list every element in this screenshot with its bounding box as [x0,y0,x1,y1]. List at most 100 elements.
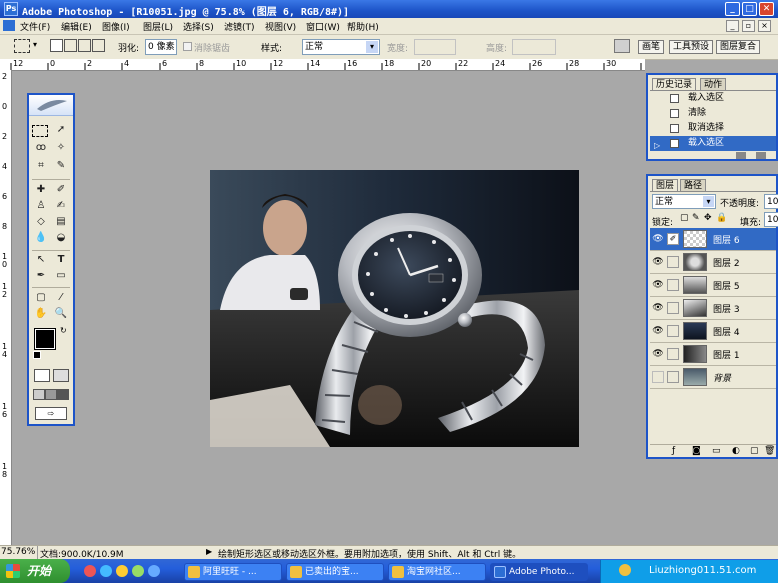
style-select[interactable]: 正常 ▾ [302,39,380,55]
healing-brush-tool-icon[interactable]: ✚ [32,183,50,197]
link-slot-icon[interactable] [667,302,679,314]
eye-icon[interactable]: 👁 [652,233,664,245]
lock-image-icon[interactable]: ✎ [692,213,700,223]
menu-window[interactable]: 窗口(W) [306,20,340,33]
layer-row[interactable]: 👁 图层 3 [650,297,776,320]
link-slot-icon[interactable] [667,256,679,268]
preset-dropdown-icon[interactable]: ▾ [33,40,37,49]
lasso-tool-icon[interactable]: ꝏ [32,141,50,155]
slice-tool-icon[interactable]: ✎ [52,159,70,173]
eraser-tool-icon[interactable]: ◇ [32,215,50,229]
eye-icon[interactable]: 👁 [652,256,664,268]
close-button[interactable]: ✕ [759,2,774,16]
layer-mask-icon[interactable]: ◙ [692,446,701,456]
jump-to-imageready-icon[interactable]: ⇨ [35,407,67,420]
antialias-checkbox[interactable] [183,42,192,51]
brush-tool-icon[interactable]: ✐ [52,183,70,197]
blur-tool-icon[interactable]: 💧 [32,231,50,245]
layer-row[interactable]: 👁 图层 2 [650,251,776,274]
dodge-tool-icon[interactable]: ◒ [52,231,70,245]
menu-layer[interactable]: 图层(L) [143,20,173,33]
height-input[interactable] [512,39,556,55]
palette-tab-brushes[interactable]: 画笔 [638,40,665,54]
new-group-icon[interactable]: ▭ [712,446,721,456]
brush-link-icon[interactable]: ✐ [667,233,679,245]
new-document-from-state-icon[interactable] [736,152,746,159]
screen-mode-standard-icon[interactable] [33,389,45,400]
minimize-button[interactable]: _ [725,2,740,16]
gradient-tool-icon[interactable]: ▤ [52,215,70,229]
history-item[interactable]: 清除 [650,106,776,121]
layer-row[interactable]: 👁 ✐ 图层 6 [650,228,776,251]
clone-stamp-tool-icon[interactable]: ♙ [32,199,50,213]
menu-filter[interactable]: 滤镜(T) [224,20,255,33]
fill-input[interactable]: 100 [764,212,778,227]
marquee-preset-icon[interactable] [14,39,30,53]
menu-edit[interactable]: 编辑(E) [61,20,92,33]
palette-tab-layer-comps[interactable]: 图层复合 [716,40,761,54]
new-selection-icon[interactable] [50,39,63,52]
screen-mode-full-icon[interactable] [57,389,69,400]
lock-all-icon[interactable]: 🔒 [716,213,727,223]
history-brush-tool-icon[interactable]: ✍ [52,199,70,213]
start-button[interactable]: 开始 [0,559,70,583]
taskbar-item[interactable]: 阿里旺旺 - ... [184,563,282,581]
add-selection-icon[interactable] [64,39,77,52]
quicklaunch-icon[interactable] [116,565,128,577]
document-canvas[interactable] [210,170,579,447]
eye-icon[interactable]: 👁 [652,279,664,291]
adjustment-layer-icon[interactable]: ◐ [732,446,740,456]
default-colors-icon[interactable] [33,351,41,359]
chevron-down-icon[interactable]: ▾ [703,196,714,207]
layer-row[interactable]: 👁 图层 5 [650,274,776,297]
quicklaunch-icon[interactable] [84,565,96,577]
subtract-selection-icon[interactable] [78,39,91,52]
quicklaunch-ie-icon[interactable] [100,565,112,577]
link-slot-icon[interactable] [667,279,679,291]
menu-help[interactable]: 帮助(H) [347,20,379,33]
status-arrow-icon[interactable]: ▶ [206,547,212,556]
file-browser-icon[interactable] [614,39,630,53]
doc-close-button[interactable]: × [758,20,771,32]
lock-transparency-icon[interactable]: ▢ [680,213,689,223]
eyedropper-tool-icon[interactable]: ⁄ [52,291,70,305]
layer-row[interactable]: 背景 [650,366,776,389]
zoom-tool-icon[interactable]: 🔍 [52,307,70,321]
zoom-field[interactable]: 75.76% [0,546,38,559]
eye-icon[interactable]: 👁 [652,325,664,337]
screen-mode-full-menu-icon[interactable] [45,389,57,400]
eye-icon[interactable]: 👁 [652,348,664,360]
new-snapshot-icon[interactable] [756,152,766,159]
link-slot-icon[interactable] [667,371,679,383]
taskbar-item[interactable]: 淘宝网社区... [388,563,486,581]
link-slot-icon[interactable] [667,325,679,337]
move-tool-icon[interactable]: ➚ [52,123,70,137]
standard-mode-icon[interactable] [34,369,50,382]
rect-marquee-tool-icon[interactable] [32,125,48,137]
width-input[interactable] [414,39,456,55]
quicklaunch-icon[interactable] [132,565,144,577]
hidden-eye-slot-icon[interactable] [652,371,664,383]
menu-file[interactable]: 文件(F) [20,20,50,33]
taskbar-item-active[interactable]: Adobe Photo... [490,563,588,581]
hand-tool-icon[interactable]: ✋ [32,307,50,321]
chevron-down-icon[interactable]: ▾ [366,41,378,53]
intersect-selection-icon[interactable] [92,39,105,52]
menu-image[interactable]: 图像(I) [102,20,130,33]
quicklaunch-icon[interactable] [148,565,160,577]
history-item-selected[interactable]: ▷ 载入选区 [650,136,776,151]
history-item[interactable]: 取消选择 [650,121,776,136]
layer-row[interactable]: 👁 图层 1 [650,343,776,366]
taskbar-item[interactable]: 已卖出的宝... [286,563,384,581]
tray-icon[interactable] [619,564,631,576]
menu-view[interactable]: 视图(V) [265,20,296,33]
eye-icon[interactable]: 👁 [652,302,664,314]
path-select-tool-icon[interactable]: ↖ [32,253,50,267]
opacity-input[interactable]: 100 [764,194,778,209]
foreground-color-swatch[interactable] [34,328,56,350]
layer-style-icon[interactable]: ƒ [672,446,675,456]
crop-tool-icon[interactable]: ⌗ [32,159,50,173]
toolbox-header[interactable] [29,95,73,116]
palette-tab-tool-presets[interactable]: 工具预设 [669,40,714,54]
type-tool-icon[interactable]: T [52,253,70,267]
